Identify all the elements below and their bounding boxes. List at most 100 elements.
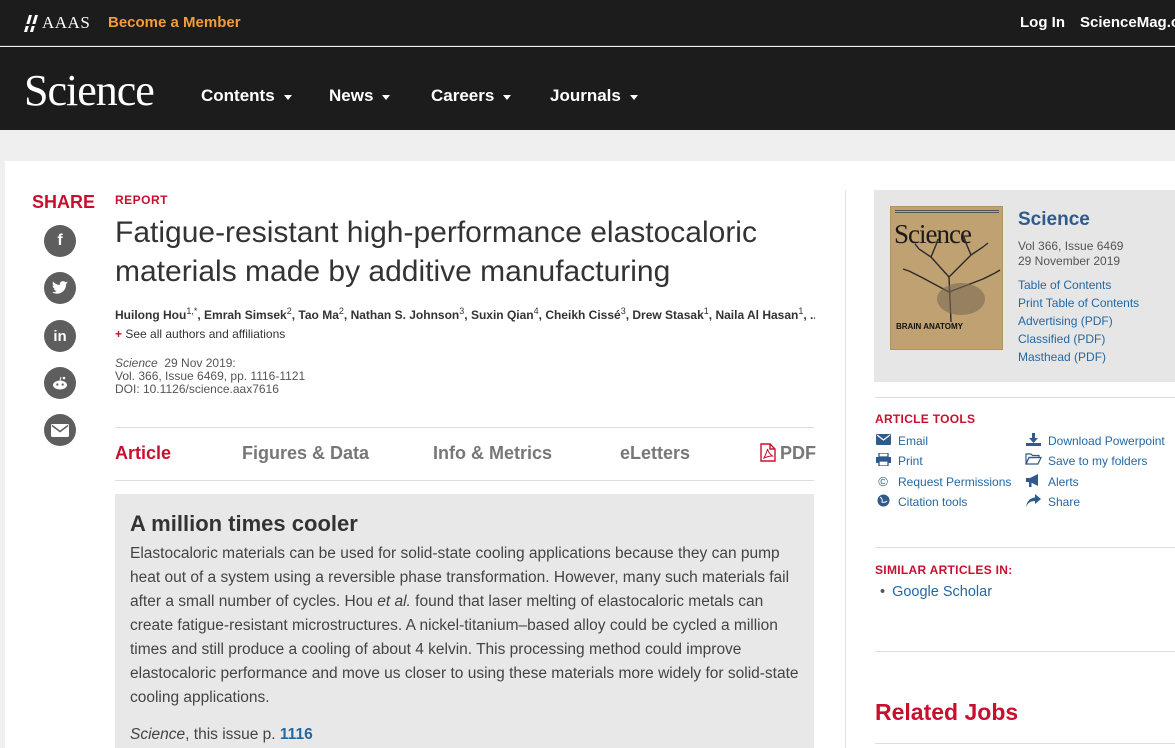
email-icon[interactable] [44,414,76,446]
reddit-icon[interactable] [44,367,76,399]
author-name[interactable]: Nathan S. Johnson [351,308,460,322]
main-nav: Science Contents News Careers Journals [0,47,1175,130]
author-affiliation-mark: 2 [338,306,344,316]
author-name[interactable]: Drew Stasak [632,308,703,322]
advertising-link[interactable]: Advertising (PDF) [1018,314,1113,328]
summary-text-italic: et al. [377,593,411,610]
tool-print[interactable]: Print [874,452,923,469]
nav-news-label: News [329,86,374,105]
science-logo[interactable]: Science [24,65,155,116]
see-all-label: See all authors and affiliations [125,327,286,341]
citation-doi: DOI: 10.1126/science.aax7616 [115,382,279,396]
folder-icon [1024,453,1042,468]
linkedin-icon[interactable]: in [44,320,76,352]
tool-save-label: Save to my folders [1048,453,1148,468]
similar-top-rule [875,547,1175,548]
classified-link[interactable]: Classified (PDF) [1018,332,1105,346]
tool-email[interactable]: Email [874,433,928,448]
toc-link[interactable]: Table of Contents [1018,278,1111,292]
tab-info-metrics[interactable]: Info & Metrics [433,443,552,464]
aaas-logo[interactable]: AAAS [24,13,90,33]
copyright-icon: © [878,474,888,489]
print-toc-link[interactable]: Print Table of Contents [1018,296,1139,310]
tab-pdf[interactable]: PDF [780,443,816,464]
author-affiliation-mark: 2 [286,306,292,316]
tool-share[interactable]: Share [1024,494,1080,510]
tab-figures-data[interactable]: Figures & Data [242,443,369,464]
tool-request-permissions[interactable]: © Request Permissions [874,474,1011,489]
tool-alerts[interactable]: Alerts [1024,474,1079,490]
author-affiliation-mark: 3 [459,306,465,316]
nav-journals[interactable]: Journals [550,86,638,106]
tool-download-powerpoint[interactable]: Download Powerpoint [1024,433,1165,449]
issue-cover-image[interactable]: Science BRAIN ANATOMY [890,206,1003,350]
author-affiliation-mark: 4 [533,306,539,316]
chevron-down-icon [503,95,512,100]
summary-cite-journal: Science [130,726,186,743]
citation-journal: Science [115,356,158,370]
tool-share-label: Share [1048,495,1081,509]
chevron-down-icon [283,95,292,100]
nav-journals-label: Journals [550,86,621,105]
share-icon [1024,494,1042,510]
author-name[interactable]: Huilong Hou [115,308,186,322]
chevron-down-icon [382,95,391,100]
email-icon [874,433,892,448]
author-affiliation-mark: 3 [620,306,626,316]
summary-citation: Science, this issue p. 1116 [130,726,313,744]
chevron-down-icon [629,95,638,100]
tab-article[interactable]: Article [115,443,171,464]
summary-cite-page-link[interactable]: 1116 [280,726,313,743]
summary-heading: A million times cooler [130,511,358,536]
print-icon [874,452,892,469]
author-name[interactable]: Tao Ma [298,308,338,322]
similar-google-scholar[interactable]: • Google Scholar [880,584,992,600]
nav-contents-label: Contents [201,86,275,105]
megaphone-icon [1024,474,1042,490]
nav-careers-label: Careers [431,86,495,105]
tool-alerts-label: Alerts [1048,475,1079,489]
tool-download-label: Download Powerpoint [1048,434,1165,448]
globe-icon [874,494,892,510]
citation-block: Science 29 Nov 2019: Vol. 366, Issue 646… [115,357,305,396]
author-name[interactable]: Cheikh Cissé [545,308,620,322]
tabs-bottom-rule [115,480,814,481]
author-name[interactable]: Suxin Qian [471,308,534,322]
nav-contents[interactable]: Contents [201,86,292,106]
nav-careers[interactable]: Careers [431,86,512,106]
pdf-icon[interactable] [760,443,776,462]
author-name[interactable]: Emrah Simsek [204,308,287,322]
article-title: Fatigue-resistant high-performance elast… [115,216,757,288]
tool-print-label: Print [898,454,923,468]
aaas-mark-icon [24,14,38,32]
masthead-link[interactable]: Masthead (PDF) [1018,350,1106,364]
download-icon [1024,433,1042,449]
sciencemag-link[interactable]: ScienceMag.org [1080,14,1175,31]
twitter-icon[interactable] [44,272,76,304]
aaas-wordmark: AAAS [42,13,91,32]
tab-eletters[interactable]: eLetters [620,443,690,464]
similar-heading: SIMILAR ARTICLES IN: [875,563,1013,577]
tool-save-folders[interactable]: Save to my folders [1024,453,1147,468]
top-bar: AAAS Become a Member Log In ScienceMag.o… [0,0,1175,46]
similar-item-label: Google Scholar [892,584,993,600]
issue-journal-name[interactable]: Science [1018,209,1090,231]
authors-ellipsis: ... [810,308,815,322]
tool-citation[interactable]: Citation tools [874,494,967,510]
citation-date: 29 Nov 2019: [164,356,236,370]
author-affiliation-mark: 1,* [186,306,198,316]
issue-volume: Vol 366, Issue 6469 [1018,239,1124,253]
become-member-link[interactable]: Become a Member [108,14,241,31]
facebook-icon[interactable]: f [44,225,76,257]
issue-date: 29 November 2019 [1018,254,1121,268]
tool-citation-label: Citation tools [898,495,968,509]
summary-text: Elastocaloric materials can be used for … [130,542,800,710]
author-name[interactable]: Naila Al Hasan [715,308,798,322]
related-jobs-heading: Related Jobs [875,699,1019,725]
nav-news[interactable]: News [329,86,391,106]
see-all-authors-link[interactable]: + See all authors and affiliations [115,327,285,341]
login-link[interactable]: Log In [1020,14,1065,31]
author-list: Huilong Hou1,*, Emrah Simsek2, Tao Ma2, … [115,306,815,322]
tool-email-label: Email [898,433,929,448]
issue-meta: Vol 366, Issue 6469 29 November 2019 [1018,239,1123,269]
